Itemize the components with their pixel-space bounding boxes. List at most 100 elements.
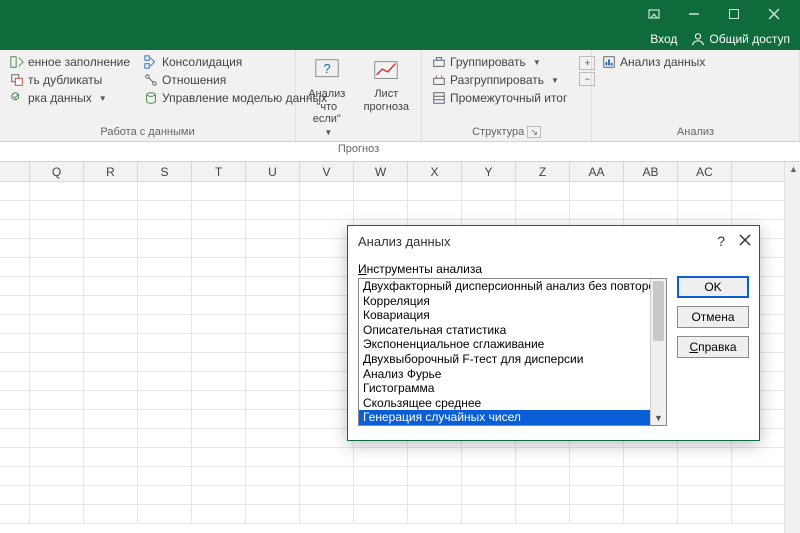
chevron-down-icon: ▼ [533,58,541,67]
data-analysis-icon [602,55,616,69]
listbox-items: Двухфакторный дисперсионный анализ без п… [359,279,650,425]
consolidate-icon [144,55,158,69]
group-label-outline: Структура ↘ [430,124,583,141]
column-header[interactable]: AA [570,162,624,181]
column-header[interactable]: W [354,162,408,181]
whatif-analysis-button[interactable]: ? Анализ "чтоесли" ▼ [304,54,350,141]
ribbon-group-forecast: ? Анализ "чтоесли" ▼ Листпрогноза Прогно… [296,50,422,141]
dialog-titlebar[interactable]: Анализ данных ? [348,226,759,256]
column-header[interactable]: R [84,162,138,181]
dialog-help-button[interactable]: ? [717,233,725,249]
relationships-label: Отношения [162,73,226,87]
data-analysis-dialog: Анализ данных ? Инструменты анализа Двух… [347,225,760,441]
column-header[interactable]: AC [678,162,732,181]
grid-row[interactable] [0,467,800,486]
column-header[interactable]: Q [30,162,84,181]
subtotal-button[interactable]: Промежуточный итог [430,90,569,106]
data-validation-button[interactable]: рка данных ▼ [8,90,132,106]
subtotal-icon [432,91,446,105]
sign-in-link[interactable]: Вход [650,32,677,46]
close-icon [739,234,751,246]
grid-row[interactable] [0,448,800,467]
cancel-button[interactable]: Отмена [677,306,749,328]
flash-fill-label: енное заполнение [28,55,130,69]
svg-text:?: ? [323,61,330,76]
column-headers: QRSTUVWXYZAAABAC [0,162,800,182]
column-header[interactable]: Y [462,162,516,181]
dialog-title: Анализ данных [358,234,451,249]
chevron-down-icon: ▼ [654,413,663,423]
flash-fill-icon [10,55,24,69]
listbox-item[interactable]: Гистограмма [359,381,650,396]
ribbon-group-analysis: Анализ данных Анализ [592,50,800,141]
group-label-analysis: Анализ [600,124,791,141]
listbox-item[interactable]: Корреляция [359,294,650,309]
relationships-icon [144,73,158,87]
grid-row[interactable] [0,486,800,505]
column-header[interactable]: X [408,162,462,181]
ribbon: енное заполнение ть дубликаты рка данных… [0,50,800,142]
data-model-icon [144,91,158,105]
column-header[interactable]: S [138,162,192,181]
person-icon [691,32,705,46]
analysis-tools-listbox[interactable]: Двухфакторный дисперсионный анализ без п… [358,278,667,426]
group-button[interactable]: Группировать ▼ [430,54,569,70]
column-header[interactable]: U [246,162,300,181]
ribbon-group-data-tools: енное заполнение ть дубликаты рка данных… [0,50,296,141]
ok-button[interactable]: OK [677,276,749,298]
chevron-down-icon: ▼ [551,76,559,85]
ribbon-group-outline: Группировать ▼ Разгруппировать ▼ Промежу… [422,50,592,141]
column-header[interactable]: Z [516,162,570,181]
account-bar: Вход Общий доступ [0,28,800,50]
listbox-item[interactable]: Описательная статистика [359,323,650,338]
forecast-sheet-icon [371,56,401,86]
grid-row[interactable] [0,505,800,524]
data-analysis-label: Анализ данных [620,55,705,69]
scroll-up-icon: ▲ [789,164,798,174]
group-label-data-tools: Работа с данными [8,124,287,141]
listbox-item[interactable]: Генерация случайных чисел [359,410,650,425]
share-label: Общий доступ [709,32,790,46]
tools-list-label: Инструменты анализа [358,260,667,278]
data-validation-icon [10,91,24,105]
group-label-forecast: Прогноз [304,141,413,158]
forecast-sheet-button[interactable]: Листпрогноза [360,54,413,115]
flash-fill-button[interactable]: енное заполнение [8,54,132,70]
listbox-item[interactable]: Скользящее среднее [359,396,650,411]
listbox-item[interactable]: Двухвыборочный F-тест для дисперсии [359,352,650,367]
subtotal-label: Промежуточный итог [450,91,567,105]
listbox-item[interactable]: Ковариация [359,308,650,323]
column-header[interactable]: T [192,162,246,181]
listbox-item[interactable]: Анализ Фурье [359,367,650,382]
vertical-scrollbar[interactable]: ▲ [784,162,800,533]
ungroup-button[interactable]: Разгруппировать ▼ [430,72,569,88]
help-button[interactable]: Справка [677,336,749,358]
share-button[interactable]: Общий доступ [691,32,790,46]
ribbon-display-options-button[interactable] [634,0,674,28]
scrollbar-thumb[interactable] [653,281,664,341]
maximize-button[interactable] [714,0,754,28]
minimize-button[interactable] [674,0,714,28]
square-icon [729,9,739,19]
data-validation-label: рка данных [28,91,92,105]
listbox-scrollbar[interactable]: ▼ [650,279,666,425]
ungroup-icon [432,73,446,87]
dialog-close-button[interactable] [739,233,751,249]
close-button[interactable] [754,0,794,28]
data-analysis-button[interactable]: Анализ данных [600,54,707,70]
listbox-item[interactable]: Двухфакторный дисперсионный анализ без п… [359,279,650,294]
remove-duplicates-button[interactable]: ть дубликаты [8,72,132,88]
window-titlebar [0,0,800,28]
column-header[interactable]: AB [624,162,678,181]
grid-row[interactable] [0,182,800,201]
group-label: Группировать [450,55,526,69]
column-header[interactable]: V [300,162,354,181]
listbox-item[interactable]: Экспоненциальное сглаживание [359,337,650,352]
group-icon [432,55,446,69]
remove-duplicates-label: ть дубликаты [28,73,102,87]
grid-row[interactable] [0,201,800,220]
ungroup-label: Разгруппировать [450,73,544,87]
consolidate-label: Консолидация [162,55,242,69]
chevron-down-icon: ▼ [324,128,332,137]
whatif-icon: ? [312,56,342,86]
